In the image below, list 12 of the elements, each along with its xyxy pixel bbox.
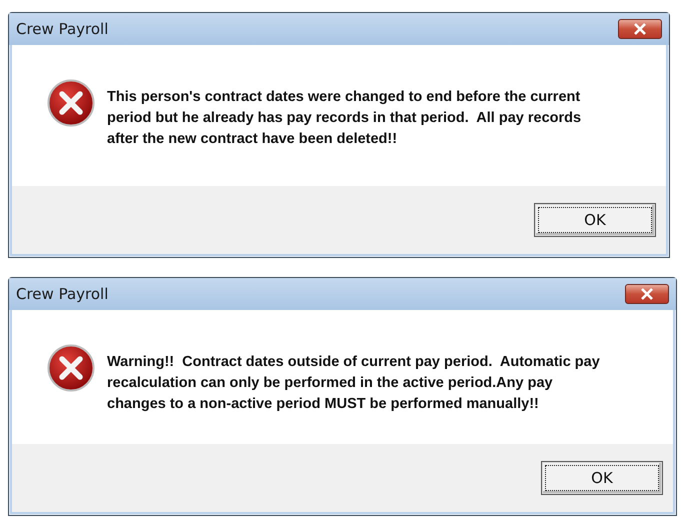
- close-icon: [640, 288, 654, 300]
- error-message: This person's contract dates were changed to end before the current period but he already has pay records in that period. All pay records after the new contract have been deleted!!: [107, 88, 582, 149]
- error-message: Warning!! Contract dates outside of current pay period. Automatic pay recalculation can only be performed in the active period.Any pay changes to a non-active period MUST be performed manually!!: [107, 353, 600, 414]
- ok-button[interactable]: OK: [534, 203, 656, 237]
- ok-button[interactable]: OK: [541, 461, 663, 495]
- close-button[interactable]: [625, 284, 669, 304]
- close-icon: [633, 23, 647, 35]
- error-icon: [47, 79, 95, 127]
- window-title: Crew Payroll: [16, 20, 108, 38]
- error-icon: [47, 344, 95, 392]
- window-title: Crew Payroll: [16, 285, 108, 303]
- close-button[interactable]: [618, 19, 662, 39]
